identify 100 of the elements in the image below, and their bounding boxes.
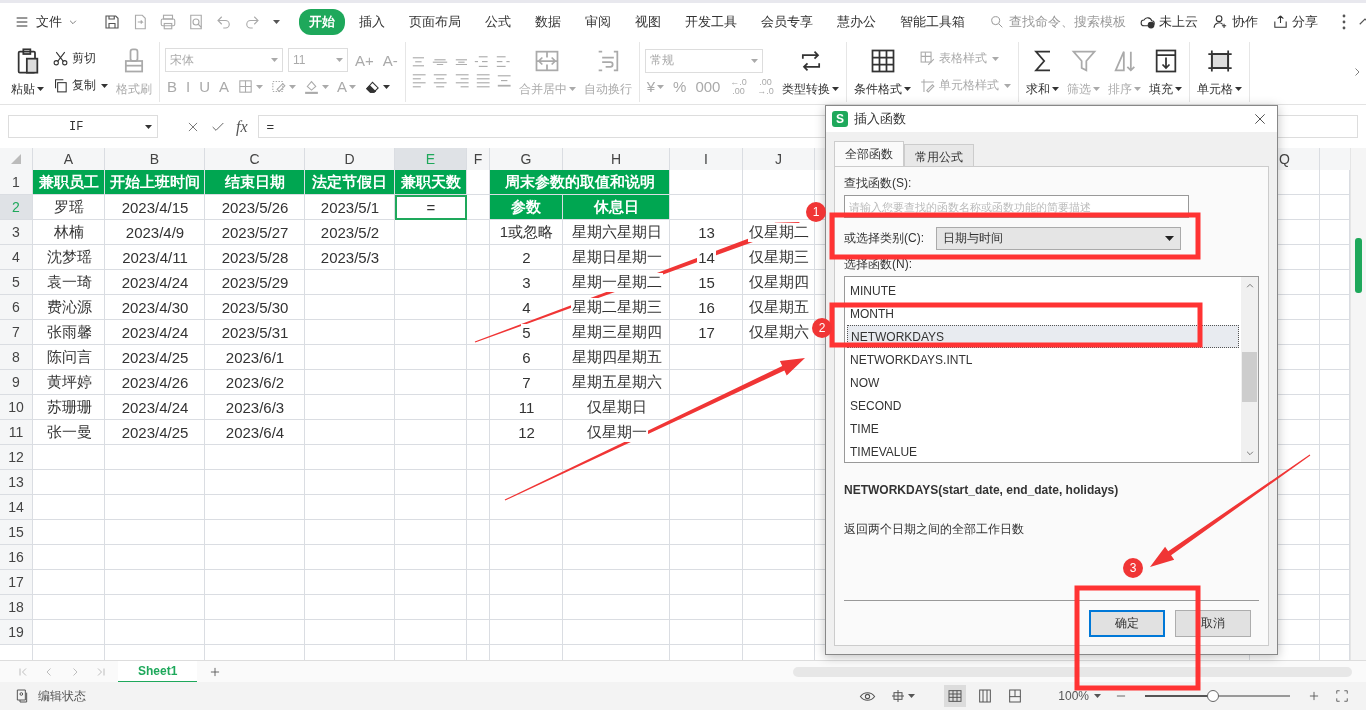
toolbar-button[interactable]: 分享 [1267, 10, 1323, 33]
row-number: 5 [0, 270, 33, 295]
ribbon-button[interactable]: 条件格式 [852, 44, 914, 100]
list-scrollbar[interactable] [1241, 277, 1258, 462]
category-dropdown[interactable]: 日期与时间 [936, 227, 1181, 250]
function-list[interactable]: MINUTE MONTH NETWORKDAYS NETWORKDAYS.INTL NOW SECOND TIME TIMEVALUE [844, 276, 1259, 463]
function-item[interactable]: MONTH [847, 302, 1239, 325]
file-menu[interactable]: 文件 [8, 8, 84, 35]
ribbon-button[interactable]: 单元格 [1195, 44, 1245, 100]
view-button[interactable] [944, 685, 967, 707]
ribbon-tab[interactable]: 会员专享 [751, 8, 823, 35]
row-number: 18 [0, 595, 33, 620]
column-header[interactable]: J [743, 148, 815, 170]
ribbon-button[interactable]: 求和 [1024, 44, 1062, 100]
step-badge: 2 [812, 318, 832, 338]
table-cell-text: 星期一星期二 [569, 272, 664, 294]
normal-view-icon [947, 688, 964, 704]
ribbon-tab[interactable]: 开发工具 [675, 8, 747, 35]
scrollbar-thumb[interactable] [1355, 238, 1362, 293]
function-item[interactable]: TIME [847, 417, 1239, 440]
ribbon-button[interactable]: 粘贴 [9, 44, 46, 100]
field-label: 或选择类别(C): [844, 230, 924, 247]
function-item[interactable]: NETWORKDAYS.INTL [847, 348, 1239, 371]
close-icon [1252, 111, 1268, 127]
row-number: 14 [0, 495, 33, 520]
more-icon [1342, 13, 1346, 30]
align-middle-icon [431, 58, 448, 65]
column-header[interactable]: I [670, 148, 743, 170]
ribbon-tab[interactable]: 数据 [525, 8, 571, 35]
function-item[interactable]: MINUTE [847, 279, 1239, 302]
name-box[interactable]: IF [8, 115, 158, 138]
fill-pattern-icon [270, 78, 288, 95]
caret-icon [1094, 694, 1101, 698]
ribbon-button[interactable]: 类型转换 [780, 44, 842, 100]
horizontal-scrollbar[interactable] [793, 666, 1352, 677]
row-number: 19 [0, 620, 33, 645]
active-cell[interactable]: = [395, 195, 467, 220]
header-cell: 开始上班时间 [105, 170, 205, 195]
page-layout-view-icon [977, 688, 994, 704]
crosshair-icon [890, 688, 907, 704]
column-header[interactable]: F [467, 148, 490, 170]
header-cell: 周末参数的取值和说明 [490, 170, 670, 195]
function-item[interactable]: TIMEVALUE [847, 440, 1239, 463]
dialog-tab[interactable]: 常用公式 [904, 144, 974, 166]
caret-icon [271, 58, 278, 62]
paint-bucket-icon [303, 78, 321, 95]
insert-function-button[interactable]: fx [236, 117, 248, 136]
header-cell: 休息日 [563, 195, 670, 220]
function-description: 返回两个日期之间的全部工作日数 [844, 521, 1025, 538]
field-label: 选择函数(N): [844, 256, 913, 273]
row-number: 15 [0, 520, 33, 545]
scrollbar-thumb[interactable] [1242, 352, 1257, 402]
toolbar-button[interactable]: 协作 [1207, 10, 1263, 33]
ok-button[interactable]: 确定 [1089, 610, 1165, 637]
status-text: 编辑状态 [38, 687, 86, 705]
table-cell-text: 仅星期一 [584, 422, 649, 444]
zoom-menu[interactable]: 100% [1056, 687, 1103, 705]
ribbon-button[interactable]: 剪切 [50, 48, 110, 69]
header-cell: 结束日期 [205, 170, 305, 195]
toolbar-button[interactable]: 未上云 [1134, 10, 1203, 33]
dialog-tab[interactable]: 全部函数 [834, 141, 904, 166]
zoom-slider[interactable] [1145, 690, 1290, 702]
scroll-icon [14, 688, 30, 704]
ribbon-button[interactable]: 复制 [50, 75, 110, 96]
row-number: 4 [0, 245, 33, 270]
row-number: 6 [0, 295, 33, 320]
caret-icon [750, 58, 758, 63]
ribbon-tab[interactable]: 插入 [349, 8, 395, 35]
plus-icon [1307, 689, 1321, 703]
table-cell-text: 仅星期二 [747, 222, 811, 244]
function-item[interactable]: SECOND [847, 394, 1239, 417]
indent-increase-icon [495, 56, 511, 68]
vertical-scrollbar[interactable] [1350, 148, 1366, 660]
ribbon-tab[interactable]: 公式 [475, 8, 521, 35]
function-item[interactable]: NOW [847, 371, 1239, 394]
header-cell: 兼职天数 [395, 170, 467, 195]
ribbon-button[interactable]: 填充 [1147, 44, 1185, 100]
field-label: 查找函数(S): [844, 175, 913, 192]
first-icon [17, 665, 29, 678]
row-number: 3 [0, 220, 33, 245]
ribbon-tab[interactable]: 智能工具箱 [890, 8, 975, 35]
row-number: 13 [0, 470, 33, 495]
row-number: 1 [0, 170, 33, 195]
ribbon-tab[interactable]: 页面布局 [399, 8, 471, 35]
caret-icon [145, 124, 152, 129]
row-number: 7 [0, 320, 33, 345]
ribbon-tab[interactable]: 审阅 [575, 8, 621, 35]
chevron-down-icon [1244, 448, 1255, 458]
header-cell: 法定节假日 [305, 170, 395, 195]
align-center-icon [433, 74, 448, 88]
align-top-icon [411, 56, 425, 67]
step-badge: 1 [806, 202, 826, 222]
align-right-icon [454, 74, 469, 88]
page-break-view-icon [1007, 688, 1024, 704]
ribbon-tab[interactable]: 慧办公 [827, 8, 886, 35]
caret-icon [273, 19, 280, 24]
share-icon [1272, 13, 1289, 30]
cancel-button[interactable]: 取消 [1175, 610, 1251, 637]
ribbon-tab[interactable]: 视图 [625, 8, 671, 35]
search-icon [989, 13, 1005, 30]
